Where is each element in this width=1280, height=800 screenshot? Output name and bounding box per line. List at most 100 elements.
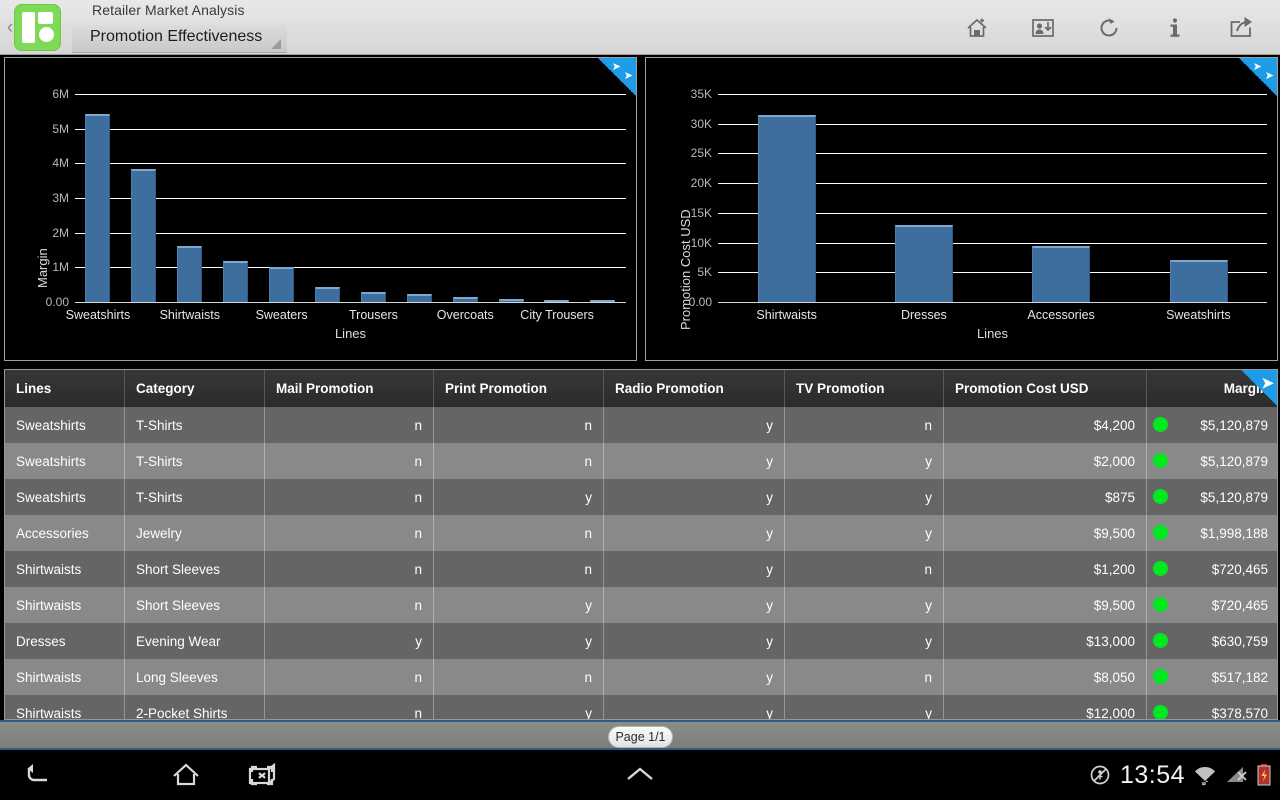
chart-bar[interactable] (758, 115, 816, 302)
page-selector[interactable]: Promotion Effectiveness (72, 25, 287, 53)
table-column-header[interactable]: Category (125, 370, 265, 407)
table-cell-radio: y (604, 587, 785, 623)
table-header-row: LinesCategoryMail PromotionPrint Promoti… (5, 370, 1278, 407)
table-column-header[interactable]: Promotion Cost USD (944, 370, 1147, 407)
table-row[interactable]: SweatshirtsT-Shirtsnyyy$875$5,120,879 (5, 479, 1278, 515)
chart-bar[interactable] (315, 287, 340, 302)
signal-off-icon (1225, 764, 1247, 786)
toolbar (962, 0, 1270, 55)
data-table[interactable]: LinesCategoryMail PromotionPrint Promoti… (4, 369, 1278, 720)
table-cell-radio: y (604, 515, 785, 551)
table-cell-lines: Shirtwaists (5, 659, 125, 695)
table-row[interactable]: ShirtwaistsLong Sleevesnnyn$8,050$517,18… (5, 659, 1278, 695)
table-row[interactable]: ShirtwaistsShort Sleevesnyyy$9,500$720,4… (5, 587, 1278, 623)
y-axis-tick-label: 6M (19, 88, 69, 100)
table-expand-corner-icon[interactable]: ➤ (1241, 370, 1277, 406)
chart-bar[interactable] (177, 246, 202, 302)
chart-panel-promotion-cost[interactable]: 0.005K10K15K20K25K30K35KShirtwaistsDress… (645, 57, 1278, 361)
table-cell-cost: $1,200 (944, 551, 1147, 587)
app-logo-icon[interactable] (14, 4, 61, 51)
chart-gridline (75, 94, 626, 95)
chart-bar[interactable] (1170, 260, 1228, 302)
save-user-icon[interactable] (1028, 13, 1058, 43)
table-column-header[interactable]: Print Promotion (434, 370, 604, 407)
home-icon[interactable] (168, 758, 204, 792)
table-row[interactable]: SweatshirtsT-Shirtsnnyy$2,000$5,120,879 (5, 443, 1278, 479)
table-cell-mail: n (265, 587, 434, 623)
table-cell-tv: y (785, 443, 944, 479)
table-column-header[interactable]: Lines (5, 370, 125, 407)
table-cell-radio: y (604, 623, 785, 659)
table-cell-mail: n (265, 515, 434, 551)
chart-bar[interactable] (407, 294, 432, 302)
back-icon[interactable] (20, 758, 56, 792)
status-indicator-dot (1153, 489, 1168, 504)
y-axis-title: Margin (35, 248, 50, 288)
maximize-corner-icon[interactable]: ➤➤ (1239, 58, 1277, 96)
expand-up-icon[interactable] (622, 758, 658, 792)
table-row[interactable]: ShirtwaistsShort Sleevesnnyn$1,200$720,4… (5, 551, 1278, 587)
chart-gridline (718, 94, 1267, 95)
table-cell-category: Jewelry (125, 515, 265, 551)
chart-bar[interactable] (499, 299, 524, 302)
table-row[interactable]: Shirtwaists2-Pocket Shirtsnyyy$12,000$37… (5, 695, 1278, 720)
chart-bar[interactable] (361, 292, 386, 302)
add-to-home-icon[interactable] (962, 13, 992, 43)
page-indicator[interactable]: Page 1/1 (608, 726, 673, 748)
table-row[interactable]: DressesEvening Wearyyyy$13,000$630,759 (5, 623, 1278, 659)
table-cell-lines: Sweatshirts (5, 443, 125, 479)
table-cell-print: n (434, 515, 604, 551)
table-column-header[interactable]: Radio Promotion (604, 370, 785, 407)
table-cell-tv: n (785, 659, 944, 695)
y-axis-tick-label: 35K (662, 88, 712, 100)
table-cell-mail: n (265, 479, 434, 515)
table-cell-print: y (434, 695, 604, 720)
android-navigation-bar: 13:54 (0, 750, 1280, 800)
screenshot-icon[interactable] (244, 758, 280, 792)
table-cell-cost: $13,000 (944, 623, 1147, 659)
table-cell-cost: $2,000 (944, 443, 1147, 479)
table-row[interactable]: AccessoriesJewelrynnyy$9,500$1,998,188 (5, 515, 1278, 551)
table-cell-print: n (434, 443, 604, 479)
chart-bar[interactable] (85, 114, 110, 302)
clock: 13:54 (1120, 761, 1185, 790)
table-column-header[interactable]: TV Promotion (785, 370, 944, 407)
table-column-header[interactable]: Mail Promotion (265, 370, 434, 407)
table-cell-mail: y (265, 623, 434, 659)
refresh-icon[interactable] (1094, 13, 1124, 43)
x-axis-line (75, 302, 626, 303)
chart-gridline (75, 129, 626, 130)
promotion-cost-bar-chart: 0.005K10K15K20K25K30K35KShirtwaistsDress… (646, 58, 1277, 360)
chart-bar[interactable] (269, 267, 294, 302)
chart-bar[interactable] (1032, 246, 1090, 302)
table-cell-print: y (434, 623, 604, 659)
x-axis-title: Lines (953, 326, 1033, 341)
table-cell-cost: $12,000 (944, 695, 1147, 720)
table-row[interactable]: SweatshirtsT-Shirtsnnyn$4,200$5,120,879 (5, 407, 1278, 443)
y-axis-tick-label: 5M (19, 123, 69, 135)
table-cell-category: T-Shirts (125, 479, 265, 515)
chart-panel-margin[interactable]: 0.001M2M3M4M5M6MSweatshirtsShirtwaistsSw… (4, 57, 637, 361)
table-cell-tv: n (785, 551, 944, 587)
table-cell-tv: y (785, 515, 944, 551)
chart-bar[interactable] (131, 169, 156, 302)
maximize-corner-icon[interactable]: ➤➤ (598, 58, 636, 96)
chart-bar[interactable] (590, 300, 615, 302)
share-icon[interactable] (1226, 13, 1256, 43)
info-icon[interactable] (1160, 13, 1190, 43)
y-axis-tick-label: 20K (662, 177, 712, 189)
chart-bar[interactable] (895, 225, 953, 302)
table-cell-tv: n (785, 407, 944, 443)
y-axis-tick-label: 4M (19, 157, 69, 169)
chart-bar[interactable] (544, 300, 569, 302)
table-cell-category: Long Sleeves (125, 659, 265, 695)
y-axis-tick-label: 25K (662, 147, 712, 159)
y-axis-tick-label: 0.00 (19, 296, 69, 308)
table-cell-category: 2-Pocket Shirts (125, 695, 265, 720)
chart-bar[interactable] (223, 261, 248, 302)
status-indicator-dot (1153, 633, 1168, 648)
x-axis-tick-label: Shirtwaists (717, 308, 857, 322)
chart-bar[interactable] (453, 297, 478, 302)
breadcrumb: Retailer Market Analysis (92, 2, 245, 18)
chart-gridline (75, 267, 626, 268)
